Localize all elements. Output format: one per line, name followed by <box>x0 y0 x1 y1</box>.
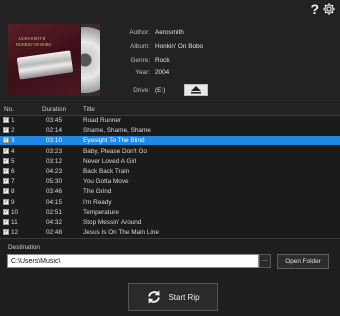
harmonica-image <box>16 50 74 80</box>
track-title: Baby, Please Don't Go <box>83 147 147 155</box>
cover-text-artist: AEROSMITH <box>18 36 46 41</box>
track-title: Jesus Is On The Main Line <box>83 229 159 237</box>
track-duration: 04:32 <box>46 219 62 226</box>
track-checkbox[interactable]: ✓ <box>3 147 9 154</box>
album-value: Honkin' On Bobo <box>155 43 204 50</box>
column-duration[interactable]: Duration <box>42 106 66 113</box>
track-number: 8 <box>11 188 15 196</box>
track-number: 5 <box>11 157 15 165</box>
drive-value: (E:) <box>155 87 166 94</box>
column-title[interactable]: Title <box>83 106 95 113</box>
table-row[interactable]: ✓ 5 03:12 Never Loved A Girl <box>0 157 340 165</box>
track-number: 6 <box>11 168 15 175</box>
track-checkbox[interactable]: ✓ <box>3 178 9 185</box>
track-duration: 04:15 <box>46 198 62 206</box>
track-number: 10 <box>11 208 19 216</box>
album-cover: AEROSMITH HONKIN' ON BOBO <box>8 24 100 96</box>
table-row-selected[interactable]: ✓ 3 03:10 Eyesight To The Blind <box>0 136 340 145</box>
track-duration: 05:30 <box>46 178 62 186</box>
track-duration: 03:45 <box>46 117 62 124</box>
track-duration: 04:23 <box>46 168 62 175</box>
refresh-icon <box>148 290 161 304</box>
table-row[interactable]: ✓ 7 05:30 You Gotta Move <box>0 177 340 185</box>
track-checkbox[interactable]: ✓ <box>3 198 9 205</box>
track-checkbox[interactable]: ✓ <box>3 127 9 134</box>
year-label: Year: <box>135 69 150 76</box>
cover-text-title: HONKIN' ON BOBO <box>16 42 52 47</box>
section-divider <box>0 238 340 239</box>
top-icons: ? <box>310 2 336 16</box>
track-duration: 03:10 <box>46 137 62 145</box>
track-title: Eyesight To The Blind <box>83 137 145 145</box>
track-duration: 02:14 <box>46 127 62 135</box>
genre-value: Rock <box>155 57 170 64</box>
drive-row: Drive: (E:) <box>112 87 165 94</box>
track-title: Shame, Shame, Shame <box>83 127 151 135</box>
eject-button[interactable] <box>184 84 208 96</box>
track-title: Never Loved A Girl <box>83 157 137 165</box>
track-checkbox[interactable]: ✓ <box>3 168 9 174</box>
help-icon[interactable]: ? <box>310 2 319 16</box>
year-value: 2004 <box>155 69 170 76</box>
track-table-header: No. Duration Title <box>0 103 340 116</box>
table-row[interactable]: ✓ 11 04:32 Stop Messin' Around <box>0 218 340 226</box>
table-row[interactable]: ✓ 6 04:23 Back Back Train <box>0 167 340 175</box>
track-number: 1 <box>11 117 15 124</box>
track-checkbox[interactable]: ✓ <box>3 117 9 123</box>
table-row[interactable]: ✓ 2 02:14 Shame, Shame, Shame <box>0 126 340 134</box>
genre-row: Genre: Rock <box>112 57 170 64</box>
open-folder-button[interactable]: Open Folder <box>277 254 329 269</box>
destination-label: Destination <box>8 244 40 251</box>
track-title: I'm Ready <box>83 198 112 206</box>
track-table-body: ✓ 1 03:45 Road Runner ✓ 2 02:14 Shame, S… <box>0 116 340 238</box>
browse-button[interactable]: ... <box>259 254 271 268</box>
table-row[interactable]: ✓ 4 03:23 Baby, Please Don't Go <box>0 147 340 155</box>
album-sleeve: AEROSMITH HONKIN' ON BOBO <box>8 24 81 96</box>
track-number: 2 <box>11 127 15 135</box>
year-row: Year: 2004 <box>112 69 169 76</box>
track-checkbox[interactable]: ✓ <box>3 188 9 195</box>
track-checkbox[interactable]: ✓ <box>3 157 9 164</box>
table-row[interactable]: ✓ 1 03:45 Road Runner <box>0 116 340 124</box>
table-row[interactable]: ✓ 12 02:48 Jesus Is On The Main Line <box>0 228 340 236</box>
track-title: Road Runner <box>83 117 122 124</box>
track-number: 12 <box>11 229 19 237</box>
drive-label: Drive: <box>133 87 150 94</box>
track-duration: 03:46 <box>46 188 62 196</box>
album-label: Album: <box>130 43 150 50</box>
track-duration: 03:23 <box>46 147 62 155</box>
track-number: 11 <box>11 219 18 226</box>
track-title: Back Back Train <box>83 168 130 175</box>
table-row[interactable]: ✓ 8 03:46 The Grind <box>0 187 340 195</box>
genre-label: Genre: <box>130 57 150 64</box>
track-number: 7 <box>11 178 15 186</box>
author-label: Author: <box>129 29 150 36</box>
track-title: Temperature <box>83 208 119 216</box>
track-duration: 02:48 <box>46 229 62 237</box>
album-info-panel: AEROSMITH HONKIN' ON BOBO Author: Aerosm… <box>0 0 340 102</box>
track-duration: 02:51 <box>46 208 62 216</box>
track-number: 4 <box>11 147 15 155</box>
track-number: 9 <box>11 198 15 206</box>
column-no[interactable]: No. <box>4 106 14 113</box>
table-row[interactable]: ✓ 9 04:15 I'm Ready <box>0 198 340 206</box>
track-title: The Grind <box>83 188 112 196</box>
eject-icon <box>191 86 201 94</box>
destination-path-input[interactable] <box>7 254 259 268</box>
track-number: 3 <box>11 137 15 145</box>
track-checkbox[interactable]: ✓ <box>3 208 9 215</box>
track-title: You Gotta Move <box>83 178 129 186</box>
track-duration: 03:12 <box>46 157 62 165</box>
table-row[interactable]: ✓ 10 02:51 Temperature <box>0 208 340 216</box>
gear-icon[interactable] <box>322 2 336 16</box>
album-row: Album: Honkin' On Bobo <box>112 43 203 50</box>
track-title: Stop Messin' Around <box>83 219 142 226</box>
track-checkbox[interactable]: ✓ <box>3 229 9 236</box>
track-checkbox[interactable]: ✓ <box>3 219 9 225</box>
author-value: Aerosmith <box>155 29 184 36</box>
author-row: Author: Aerosmith <box>112 29 184 36</box>
start-rip-button[interactable]: Start Rip <box>128 283 218 311</box>
start-rip-label: Start Rip <box>168 292 200 302</box>
track-checkbox[interactable]: ✓ <box>3 137 9 144</box>
